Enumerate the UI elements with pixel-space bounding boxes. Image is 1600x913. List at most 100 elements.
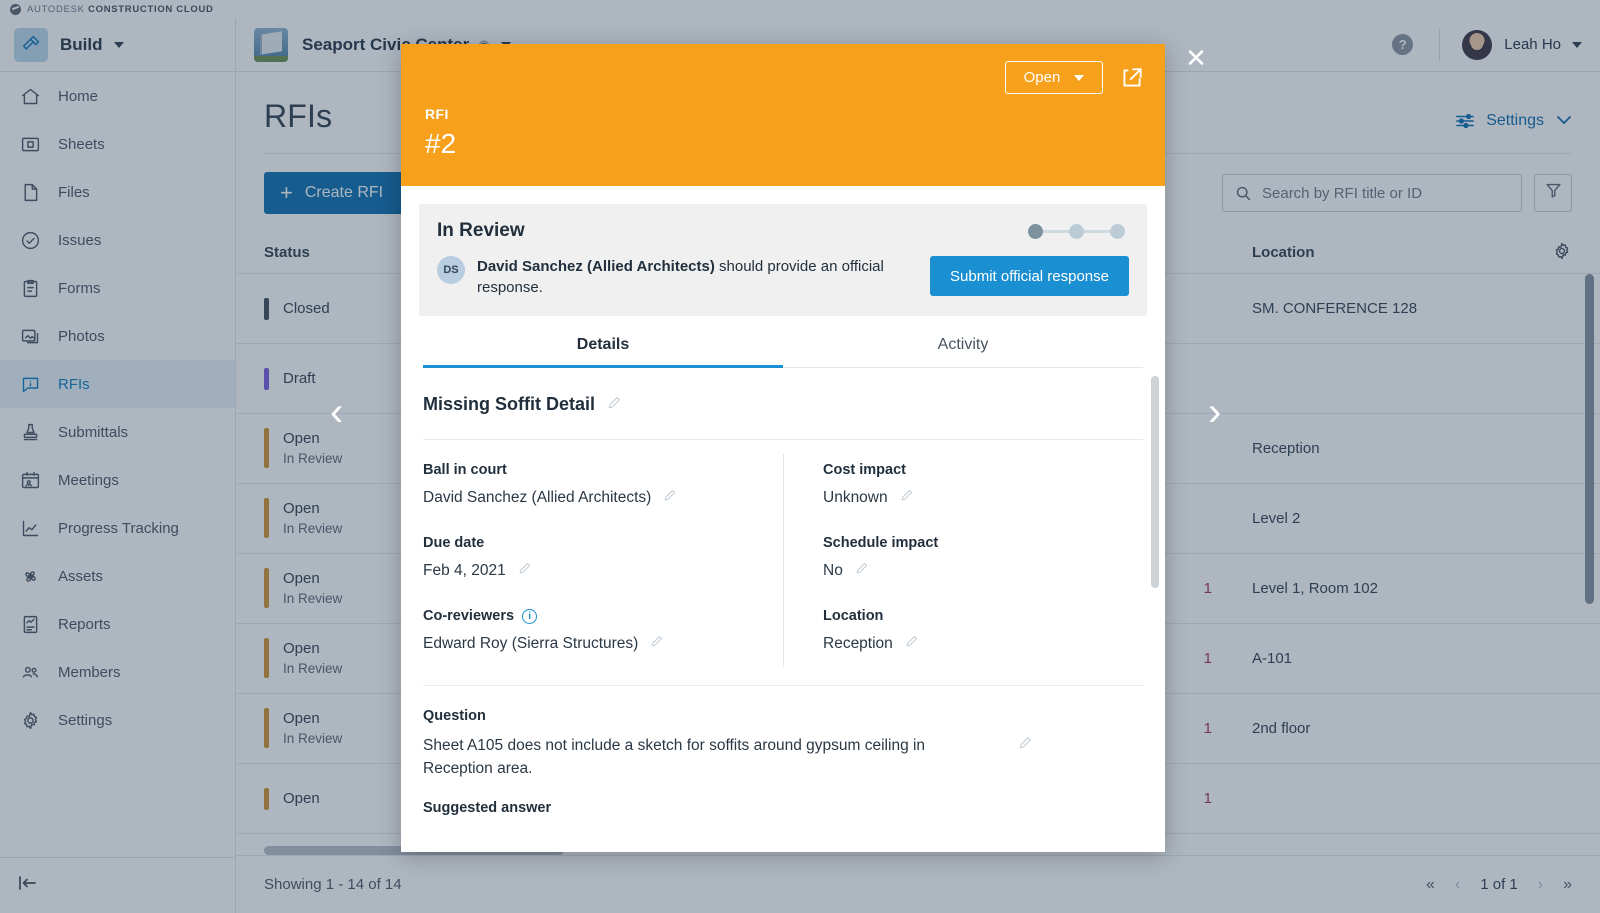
next-page-button[interactable]: › [1538, 876, 1543, 894]
step-connector [1043, 230, 1069, 233]
sidebar-item-label: Assets [58, 567, 104, 585]
field-label-text: Due date [423, 535, 485, 551]
prev-page-button[interactable]: ‹ [1455, 876, 1460, 894]
sidebar-item-sheets[interactable]: Sheets [0, 120, 235, 168]
sidebar-item-submittals[interactable]: Submittals [0, 408, 235, 456]
search-box[interactable] [1222, 174, 1522, 212]
tab-details[interactable]: Details [423, 336, 783, 368]
substatus-label: In Review [283, 661, 343, 676]
suggested-answer-block: Suggested answer [423, 780, 1143, 816]
status-label: Closed [283, 299, 330, 317]
sidebar-item-members[interactable]: Members [0, 648, 235, 696]
sidebar-item-home[interactable]: Home [0, 72, 235, 120]
step-dot-1 [1028, 224, 1043, 239]
chevron-down-icon[interactable] [113, 41, 124, 48]
edit-pencil-icon[interactable] [518, 561, 532, 580]
product-switcher[interactable]: Build [0, 18, 236, 71]
substatus-label: In Review [283, 451, 343, 466]
sidebar-item-assets[interactable]: Assets [0, 552, 235, 600]
status-card-body: DS David Sanchez (Allied Architects) sho… [437, 256, 1129, 298]
field-label-text: Cost impact [823, 462, 906, 478]
view-settings-button[interactable]: Settings [1454, 112, 1572, 130]
last-page-button[interactable]: » [1563, 876, 1572, 894]
detail-fields-right: Cost impact Unknown Schedule impact No Locat… [783, 462, 1143, 681]
first-page-button[interactable]: « [1426, 876, 1435, 894]
sidebar-item-forms[interactable]: Forms [0, 264, 235, 312]
substatus-label: In Review [283, 521, 343, 536]
sidebar-collapse-button[interactable] [0, 857, 235, 913]
modal-scrollbar[interactable] [1151, 376, 1159, 588]
product-name: Build [60, 34, 103, 54]
rfi-title: Missing Soffit Detail [423, 394, 596, 414]
edit-pencil-icon[interactable] [607, 395, 622, 415]
modal-tabs: Details Activity [423, 336, 1143, 368]
field-value-text: Edward Roy (Sierra Structures) [423, 634, 639, 652]
location-cell: Level 2 [1252, 510, 1301, 527]
chevron-down-icon [1556, 112, 1572, 130]
info-icon[interactable]: i [522, 608, 538, 624]
hammer-icon [14, 27, 48, 62]
sidebar-item-reports[interactable]: Reports [0, 600, 235, 648]
field-value-text: Feb 4, 2021 [423, 561, 506, 579]
reports-icon [18, 612, 42, 636]
sidebar-item-settings[interactable]: Settings [0, 696, 235, 744]
field-value-text: David Sanchez (Allied Architects) [423, 488, 652, 506]
sidebar-item-photos[interactable]: Photos [0, 312, 235, 360]
sidebar-item-label: Photos [58, 327, 105, 345]
edit-pencil-icon[interactable] [992, 734, 1033, 757]
step-connector [1084, 230, 1110, 233]
location-cell: Reception [1252, 440, 1320, 457]
sidebar-item-files[interactable]: Files [0, 168, 235, 216]
field-label-text: Schedule impact [823, 535, 939, 551]
column-header-location[interactable]: Location [1252, 244, 1532, 261]
sidebar-item-issues[interactable]: Issues [0, 216, 235, 264]
detail-field: Location Reception [823, 608, 1117, 653]
tab-activity[interactable]: Activity [783, 336, 1143, 367]
next-rfi-button[interactable]: › [1208, 392, 1221, 432]
filter-button[interactable] [1534, 174, 1572, 212]
sidebar-item-progress-tracking[interactable]: Progress Tracking [0, 504, 235, 552]
step-dot-2 [1069, 224, 1084, 239]
edit-pencil-icon[interactable] [900, 488, 914, 507]
detail-field: Ball in court David Sanchez (Allied Archi… [423, 462, 757, 507]
field-label: Schedule impact [823, 535, 1117, 551]
field-value: Reception [823, 634, 1117, 653]
sidebar-item-meetings[interactable]: Meetings [0, 456, 235, 504]
avatar[interactable] [1462, 29, 1493, 60]
detail-field: Due date Feb 4, 2021 [423, 535, 757, 580]
status-accent-bar [264, 428, 269, 468]
assignee-name: David Sanchez (Allied Architects) [477, 258, 715, 275]
field-label-text: Ball in court [423, 462, 507, 478]
edit-pencil-icon[interactable] [855, 561, 869, 580]
previous-rfi-button[interactable]: ‹ [330, 392, 343, 432]
modal-scroll-area: Missing Soffit Detail Ball in court David… [401, 368, 1165, 852]
topbar-right-cluster: ? Leah Ho [1392, 18, 1600, 71]
close-icon[interactable]: ✕ [1182, 44, 1210, 72]
assignee-message: David Sanchez (Allied Architects) should… [477, 256, 907, 298]
page-indicator: 1 of 1 [1480, 876, 1518, 893]
user-menu-chevron-down-icon[interactable] [1572, 41, 1582, 48]
edit-pencil-icon[interactable] [663, 488, 677, 507]
edit-pencil-icon[interactable] [905, 634, 919, 653]
banner-actions: Open [1005, 61, 1145, 94]
submit-official-response-button[interactable]: Submit official response [930, 256, 1129, 296]
search-input[interactable] [1262, 184, 1509, 202]
create-rfi-button[interactable]: + Create RFI [264, 172, 406, 214]
share-icon[interactable] [1119, 65, 1145, 91]
pagination: « ‹ 1 of 1 › » [1426, 876, 1572, 894]
edit-pencil-icon[interactable] [650, 634, 664, 653]
status-label: Open [283, 500, 320, 517]
field-label-text: Location [823, 608, 884, 624]
page-title: RFIs [264, 98, 333, 134]
table-vertical-scrollbar[interactable] [1585, 274, 1594, 604]
banner-kicker: RFI [425, 106, 449, 122]
question-label: Question [423, 708, 486, 724]
status-accent-bar [264, 708, 269, 748]
search-icon [1235, 185, 1252, 202]
status-dropdown[interactable]: Open [1005, 61, 1103, 94]
table-settings-button[interactable] [1532, 241, 1572, 265]
chevron-down-icon [1074, 74, 1085, 81]
help-icon[interactable]: ? [1392, 34, 1414, 55]
status-dropdown-label: Open [1023, 69, 1061, 86]
sidebar-item-rfis[interactable]: RFIs [0, 360, 235, 408]
